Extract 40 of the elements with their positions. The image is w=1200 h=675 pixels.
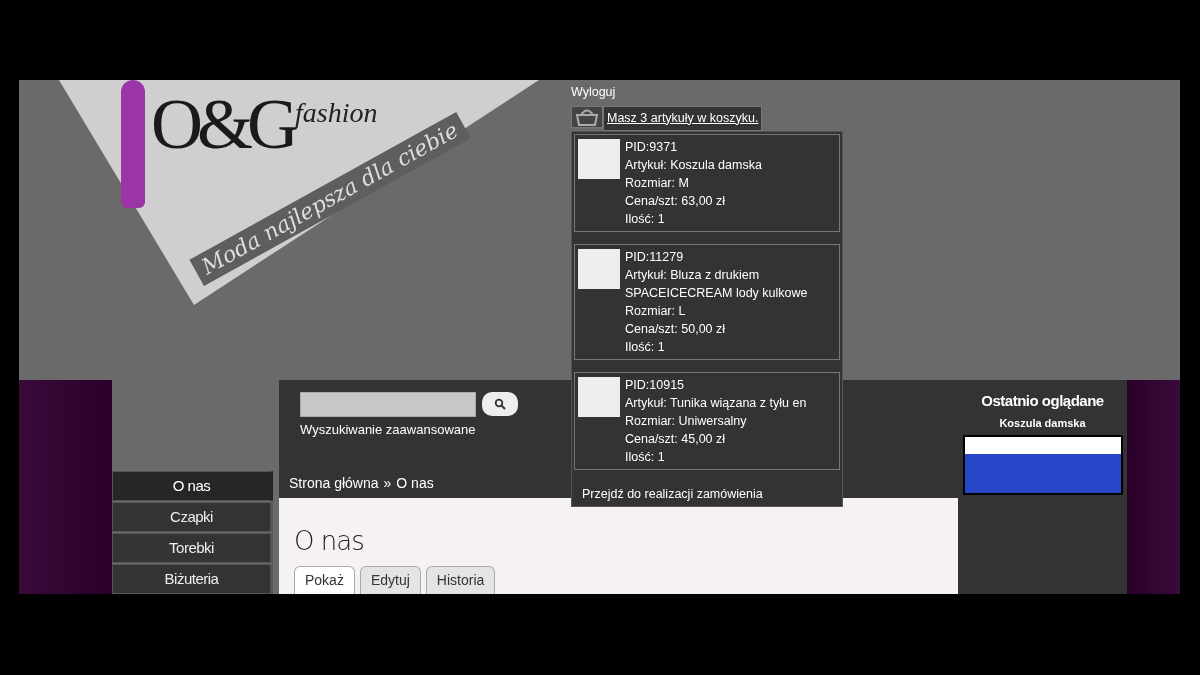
cart-item-detail: Cena/szt: 63,00 zł <box>625 192 727 210</box>
breadcrumb-separator: » <box>383 473 392 492</box>
logout-link[interactable]: Wyloguj <box>571 83 845 102</box>
cart-item-detail: Artykuł: Koszula damska <box>625 156 762 174</box>
cart-item-detail: Rozmiar: M <box>625 174 690 192</box>
product-thumbnail-placeholder[interactable] <box>578 138 620 179</box>
cart-item-detail: Rozmiar: L <box>625 302 687 320</box>
search-button[interactable] <box>482 392 518 416</box>
page-title: O nas <box>294 525 365 557</box>
cart-item-detail: Ilość: 1 <box>625 210 666 228</box>
page-tab[interactable]: Edytuj <box>359 566 421 594</box>
cart-item-detail: Cena/szt: 45,00 zł <box>625 430 727 448</box>
recently-viewed-heading: Ostatnio oglądane <box>980 391 1105 411</box>
basket-icon[interactable] <box>571 105 603 128</box>
product-photo-placeholder[interactable] <box>963 435 1123 495</box>
cart-item-detail: PID:10915 <box>625 376 686 394</box>
search-field[interactable] <box>300 392 476 417</box>
product-thumbnail-placeholder[interactable] <box>578 248 620 289</box>
cart-item-detail: Cena/szt: 50,00 zł <box>625 320 727 338</box>
cart-item-detail: Rozmiar: Uniwersalny <box>625 412 748 430</box>
cart-item-detail: PID:11279 <box>625 248 685 266</box>
page-tab[interactable]: Pokaż <box>294 566 355 594</box>
cart-summary-link[interactable]: Masz 3 artykuły w koszyku. <box>603 105 763 131</box>
checkout-link[interactable]: Przejdź do realizacji zamówienia <box>574 481 840 504</box>
cart-item-detail: Artykuł: Bluza z drukiem SPACEICECREAM lody kulkowe <box>625 266 809 302</box>
cart-item-detail: PID:9371 <box>625 138 679 156</box>
page-tab[interactable]: Historia <box>425 566 496 594</box>
sidebar-menu-item[interactable]: Torebki <box>112 533 273 563</box>
cart-item-detail: Ilość: 1 <box>625 338 666 356</box>
cart-item-detail: Ilość: 1 <box>625 448 666 466</box>
breadcrumb-link[interactable]: O nas <box>396 472 434 492</box>
recent-product-name[interactable]: Koszula damska <box>958 414 1127 431</box>
cart-item-detail: Artykuł: Tunika wiązana z tyłu en <box>625 394 807 412</box>
breadcrumb-link[interactable]: Strona główna <box>289 472 379 492</box>
sidebar-menu-item[interactable]: Biżuteria <box>112 564 273 594</box>
sidebar-menu-item[interactable]: Czapki <box>112 502 273 532</box>
sidebar-menu-item[interactable]: O nas <box>112 471 273 501</box>
advanced-search-link[interactable]: Wyszukiwanie zaawansowane <box>300 422 476 437</box>
product-thumbnail-placeholder[interactable] <box>578 376 620 417</box>
search-icon <box>494 398 506 410</box>
